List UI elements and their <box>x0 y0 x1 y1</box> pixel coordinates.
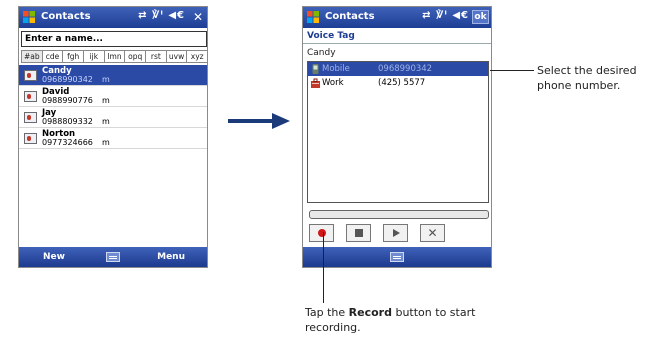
callout-line <box>490 70 534 71</box>
contact-number-type: m <box>102 75 110 84</box>
alpha-tab[interactable]: rst <box>145 50 167 63</box>
number-label: Work <box>322 78 344 88</box>
title-bar: Contacts ⇄ ℣ᴵ ◀€ ✕ <box>19 7 207 28</box>
name-search-input[interactable]: Enter a name... <box>21 31 207 47</box>
number-value: (425) 5577 <box>378 78 426 88</box>
callout-text-bold: Record <box>348 306 392 319</box>
callout-line <box>323 232 324 303</box>
alpha-tab[interactable]: uvw <box>165 50 188 63</box>
contacts-screen: Contacts ⇄ ℣ᴵ ◀€ ✕ Enter a name... #ab c… <box>18 6 208 268</box>
play-button[interactable] <box>383 224 408 242</box>
windows-logo-icon[interactable] <box>22 10 36 24</box>
windows-logo-icon[interactable] <box>306 10 320 24</box>
contact-name-label: Candy <box>307 48 336 58</box>
contact-number: 0968990342 <box>42 75 93 84</box>
alpha-tab[interactable]: fgh <box>62 50 85 63</box>
contact-number: 0988809332 <box>42 117 93 126</box>
app-title: Contacts <box>41 11 91 22</box>
title-bar: Contacts ⇄ ℣ᴵ ◀€ ok <box>303 7 491 28</box>
record-button[interactable] <box>309 224 334 242</box>
delete-button[interactable]: ✕ <box>420 224 445 242</box>
keyboard-icon[interactable] <box>390 252 404 262</box>
page-title: Voice Tag <box>303 28 491 44</box>
record-icon <box>317 229 326 237</box>
contact-number-type: m <box>102 138 110 147</box>
phone-number-row[interactable]: Mobile 0968990342 <box>308 62 488 76</box>
delete-icon: ✕ <box>427 226 438 240</box>
status-icons[interactable]: ⇄ ℣ᴵ ◀€ <box>138 10 185 21</box>
contact-number-type: m <box>102 96 110 105</box>
callout-select-number: Select the desired phone number. <box>537 64 637 92</box>
alphabet-tabs: #ab cde fgh ijk lmn opq rst uvw xyz <box>21 50 207 63</box>
contact-list: Candy 0968990342 m David 0988990776 m Ja… <box>19 65 207 149</box>
app-title: Contacts <box>325 11 375 22</box>
right-arrow-icon <box>228 113 290 129</box>
softkey-bar <box>303 247 491 267</box>
ok-button[interactable]: ok <box>472 10 489 24</box>
number-value: 0968990342 <box>378 64 433 74</box>
contact-number: 0988990776 <box>42 96 93 105</box>
contact-card-icon <box>24 112 37 123</box>
contact-row[interactable]: David 0988990776 m <box>19 86 207 107</box>
alpha-tab[interactable]: cde <box>41 50 64 63</box>
alpha-tab[interactable]: #ab <box>21 50 43 63</box>
contact-number-type: m <box>102 117 110 126</box>
alpha-tab[interactable]: lmn <box>103 50 126 63</box>
phone-number-row[interactable]: Work (425) 5577 <box>308 76 488 90</box>
contact-card-icon <box>24 70 37 81</box>
work-icon <box>311 78 320 88</box>
voice-tag-screen: Contacts ⇄ ℣ᴵ ◀€ ok Voice Tag Candy Mobi… <box>302 6 492 268</box>
play-icon <box>392 229 400 237</box>
contact-card-icon <box>24 133 37 144</box>
status-icons[interactable]: ⇄ ℣ᴵ ◀€ <box>422 10 469 21</box>
keyboard-icon[interactable] <box>106 252 120 262</box>
mobile-icon <box>312 64 319 74</box>
number-label: Mobile <box>322 64 350 74</box>
stop-icon <box>354 229 363 237</box>
callout-text-prefix: Tap the <box>305 306 349 319</box>
alpha-tab[interactable]: xyz <box>186 50 207 63</box>
close-button[interactable]: ✕ <box>193 10 203 24</box>
contact-row[interactable]: Jay 0988809332 m <box>19 107 207 128</box>
callout-record: Tap the Record button to start recording… <box>305 305 485 335</box>
phone-number-list: Mobile 0968990342 Work (425) 5577 <box>307 61 489 203</box>
contact-card-icon <box>24 91 37 102</box>
alpha-tab[interactable]: ijk <box>83 50 105 63</box>
stop-button[interactable] <box>346 224 371 242</box>
contact-number: 0977324666 <box>42 138 93 147</box>
alpha-tab[interactable]: opq <box>124 50 147 63</box>
contact-row[interactable]: Candy 0968990342 m <box>19 65 207 86</box>
softkey-bar: New Menu <box>19 247 207 267</box>
recording-progress-bar <box>309 210 489 219</box>
contact-row[interactable]: Norton 0977324666 m <box>19 128 207 149</box>
menu-softkey[interactable]: Menu <box>157 252 185 262</box>
new-softkey[interactable]: New <box>43 252 65 262</box>
